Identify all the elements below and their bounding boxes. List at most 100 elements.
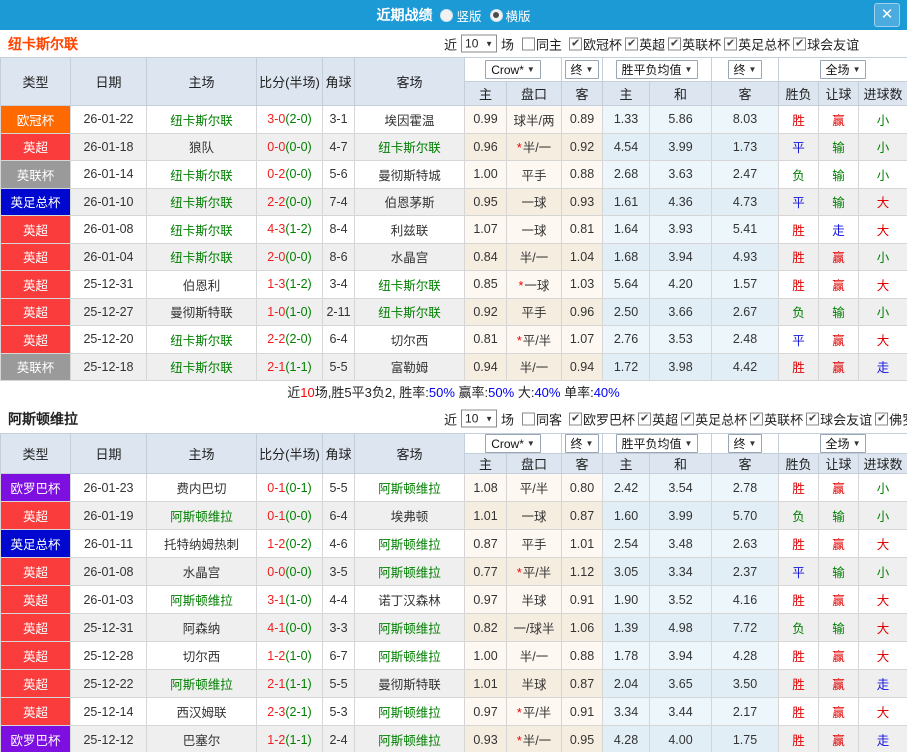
home-team: 阿斯顿维拉	[146, 501, 257, 530]
checkbox-icon[interactable]: ✔	[522, 412, 536, 425]
league-badge: 英超	[0, 297, 71, 326]
early-line-star: *	[516, 333, 522, 348]
col-ah-home: 主	[464, 453, 507, 474]
ah-home-odds: 1.08	[464, 473, 507, 502]
checkbox-checked-icon[interactable]: ✔	[668, 37, 682, 50]
checkbox-icon[interactable]: ✔	[522, 37, 536, 50]
scope-select[interactable]: 全场 ▼	[819, 60, 867, 79]
section-newcastle: 纽卡斯尔联 近 10▼ 场 ✔ 同主 ✔欧冠杯✔英超✔英联杯✔英足总杯✔球会友谊	[0, 30, 907, 404]
odds-draw: 3.94	[649, 242, 712, 271]
checkbox-checked-icon[interactable]: ✔	[875, 412, 889, 425]
league-checkbox[interactable]: ✔ 英足总杯	[724, 34, 790, 53]
checkbox-checked-icon[interactable]: ✔	[793, 37, 807, 50]
handicap-result-cell: 赢	[818, 529, 859, 558]
odds-avg-select[interactable]: 胜平负均值 ▼	[615, 60, 699, 79]
result-cell: 胜	[778, 215, 819, 244]
goals-result-cell: 走	[857, 669, 907, 698]
match-count-select[interactable]: 10 ▼	[461, 409, 498, 428]
col-home: 主场	[146, 433, 257, 474]
league-checkbox[interactable]: ✔ 英超	[638, 409, 678, 428]
ah-line: 半/一	[506, 242, 562, 271]
goals-result-cell: 大	[857, 585, 907, 614]
bookmaker-select[interactable]: Crow* ▼	[485, 60, 541, 79]
same-venue-checkbox[interactable]: ✔ 同客	[522, 409, 562, 428]
final-select-cell: 终 ▼	[561, 433, 603, 454]
home-team: 曼彻斯特联	[146, 297, 257, 326]
games-label: 场	[501, 37, 515, 52]
odds-final-select[interactable]: 终 ▼	[727, 60, 763, 79]
radio-icon[interactable]	[489, 8, 503, 22]
league-checkbox[interactable]: ✔ 球会友谊	[806, 409, 872, 428]
odds-draw: 3.66	[649, 297, 712, 326]
match-date: 26-01-04	[70, 242, 147, 271]
home-team: 伯恩利	[146, 270, 257, 299]
handicap-result-cell: 赢	[818, 242, 859, 271]
odds-final-select[interactable]: 终 ▼	[727, 434, 763, 453]
odds-draw: 4.36	[649, 187, 712, 216]
ah-home-odds: 0.95	[464, 187, 507, 216]
corners: 3-4	[322, 270, 355, 299]
col-goals: 进球数	[857, 81, 907, 106]
close-icon[interactable]: ✕	[874, 3, 900, 27]
avg-select-cell: 胜平负均值 ▼	[602, 57, 712, 82]
checkbox-checked-icon[interactable]: ✔	[806, 412, 820, 425]
result-cell: 负	[778, 160, 819, 189]
result-cell: 胜	[778, 473, 819, 502]
checkbox-checked-icon[interactable]: ✔	[569, 37, 583, 50]
away-team: 纽卡斯尔联	[354, 297, 465, 326]
match-row: 英超 25-12-28 切尔西 1-2(1-0) 6-7 阿斯顿维拉 1.00 半/一 0.88…	[0, 641, 907, 670]
radio-label: 横版	[505, 9, 531, 24]
league-checkbox[interactable]: ✔佛罗杯	[875, 409, 907, 428]
chevron-down-icon: ▼	[684, 65, 693, 74]
odds-home: 1.68	[602, 242, 650, 271]
col-goals: 进球数	[857, 453, 907, 474]
handicap-result-cell: 输	[818, 187, 859, 216]
odds-away: 4.93	[711, 242, 779, 271]
ah-final-select[interactable]: 终 ▼	[564, 434, 600, 453]
match-row: 英联杯 25-12-18 纽卡斯尔联 2-1(1-1) 5-5 富勒姆 0.94 半/一 0.9…	[0, 352, 907, 381]
checkbox-checked-icon[interactable]: ✔	[750, 412, 764, 425]
checkbox-checked-icon[interactable]: ✔	[625, 37, 639, 50]
chevron-down-icon: ▼	[585, 65, 594, 74]
away-team: 切尔西	[354, 325, 465, 354]
same-venue-checkbox[interactable]: ✔ 同主	[522, 34, 562, 53]
league-checkbox[interactable]: ✔ 英联杯	[750, 409, 803, 428]
ah-line: 一球	[506, 215, 562, 244]
score: 2-3(2-1)	[256, 697, 323, 726]
corners: 4-4	[322, 585, 355, 614]
odds-away: 2.78	[711, 473, 779, 502]
col-type: 类型	[0, 433, 71, 474]
match-count-select[interactable]: 10 ▼	[461, 34, 498, 53]
result-cell: 胜	[778, 242, 819, 271]
radio-icon[interactable]	[440, 8, 454, 22]
league-checkbox[interactable]: ✔ 英超	[625, 34, 665, 53]
result-cell: 胜	[778, 725, 819, 752]
match-table-body: 欧罗巴杯 26-01-23 费内巴切 0-1(0-1) 5-5 阿斯顿维拉 1.08 平/半 0…	[0, 473, 907, 752]
corners: 8-4	[322, 215, 355, 244]
league-checkbox[interactable]: ✔ 英联杯	[668, 34, 721, 53]
ah-home-odds: 0.82	[464, 613, 507, 642]
handicap-result-cell: 赢	[818, 725, 859, 752]
near-label: 近	[444, 37, 458, 52]
league-checkbox[interactable]: ✔ 欧罗巴杯	[569, 409, 635, 428]
col-corner: 角球	[322, 433, 355, 474]
checkbox-checked-icon[interactable]: ✔	[638, 412, 652, 425]
layout-radio-horizontal[interactable]: 横版	[489, 6, 531, 25]
checkbox-checked-icon[interactable]: ✔	[569, 412, 583, 425]
ah-final-select[interactable]: 终 ▼	[564, 60, 600, 79]
checkbox-checked-icon[interactable]: ✔	[724, 37, 738, 50]
goals-result-cell: 小	[857, 557, 907, 586]
league-checkbox[interactable]: ✔ 英足总杯	[681, 409, 747, 428]
odds-avg-select[interactable]: 胜平负均值 ▼	[615, 434, 699, 453]
league-checkbox[interactable]: ✔ 欧冠杯	[569, 34, 622, 53]
result-cell: 负	[778, 613, 819, 642]
odds-draw: 5.86	[649, 105, 712, 134]
result-cell: 胜	[778, 270, 819, 299]
scope-select[interactable]: 全场 ▼	[819, 434, 867, 453]
checkbox-checked-icon[interactable]: ✔	[681, 412, 695, 425]
bookmaker-select[interactable]: Crow* ▼	[485, 434, 541, 453]
odds-home: 1.64	[602, 215, 650, 244]
odds-away: 1.73	[711, 132, 779, 161]
layout-radio-vertical[interactable]: 竖版	[440, 6, 482, 25]
league-checkbox[interactable]: ✔ 球会友谊	[793, 34, 859, 53]
